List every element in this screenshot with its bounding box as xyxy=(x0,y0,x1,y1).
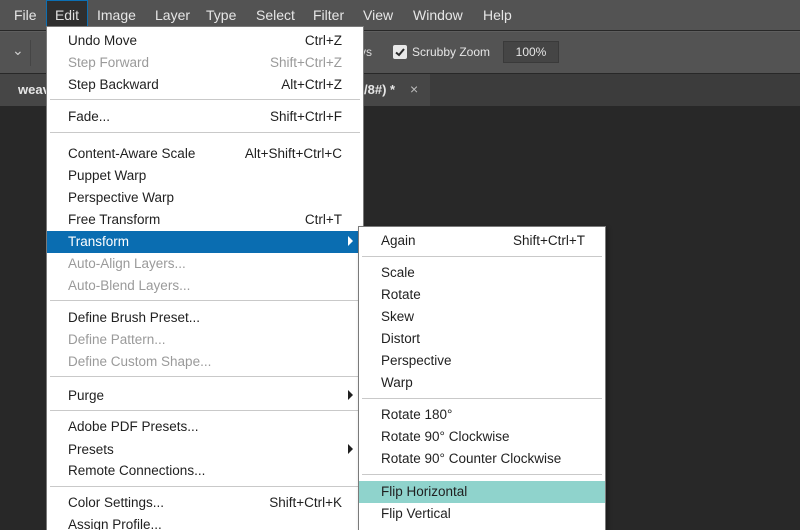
menu-item-rotate-90-cw[interactable]: Rotate 90° Clockwise xyxy=(359,426,605,448)
menu-divider xyxy=(362,398,602,399)
menu-item-presets[interactable]: Presets xyxy=(47,439,363,461)
menu-item-remote-connections[interactable]: Remote Connections... xyxy=(47,460,363,482)
submenu-arrow-icon xyxy=(348,444,353,454)
menu-item-perspective[interactable]: Perspective xyxy=(359,350,605,372)
menu-item-perspective-warp[interactable]: Perspective Warp xyxy=(47,187,363,209)
menu-item-again[interactable]: Again Shift+Ctrl+T xyxy=(359,230,605,252)
menu-item-color-settings[interactable]: Color Settings... Shift+Ctrl+K xyxy=(47,492,363,514)
menu-item-skew[interactable]: Skew xyxy=(359,306,605,328)
menu-item-rotate-180[interactable]: Rotate 180° xyxy=(359,404,605,426)
menu-divider xyxy=(50,410,360,411)
menu-item-flip-horizontal[interactable]: Flip Horizontal xyxy=(359,481,605,503)
menu-item-distort[interactable]: Distort xyxy=(359,328,605,350)
menu-divider xyxy=(50,486,360,487)
menu-item-auto-blend-layers[interactable]: Auto-Blend Layers... xyxy=(47,275,363,297)
scrubby-zoom-label: Scrubby Zoom xyxy=(412,45,491,59)
menu-divider xyxy=(50,99,360,100)
menu-divider xyxy=(362,256,602,257)
document-tab-title-end: /8#) * xyxy=(364,82,396,97)
menu-item-define-custom-shape[interactable]: Define Custom Shape... xyxy=(47,351,363,373)
menu-help[interactable]: Help xyxy=(483,0,512,30)
separator xyxy=(30,40,31,66)
menu-item-transform[interactable]: Transform xyxy=(47,231,363,253)
menu-item-assign-profile[interactable]: Assign Profile... xyxy=(47,514,363,530)
menu-item-step-forward[interactable]: Step Forward Shift+Ctrl+Z xyxy=(47,52,363,74)
menu-item-flip-vertical[interactable]: Flip Vertical xyxy=(359,503,605,525)
menu-item-puppet-warp[interactable]: Puppet Warp xyxy=(47,165,363,187)
menu-item-content-aware-scale[interactable]: Content-Aware Scale Alt+Shift+Ctrl+C xyxy=(47,143,363,165)
edit-menu: Undo Move Ctrl+Z Step Forward Shift+Ctrl+Z… xyxy=(46,26,364,530)
menu-item-define-brush-preset[interactable]: Define Brush Preset... xyxy=(47,307,363,329)
scrubby-zoom-checkbox[interactable] xyxy=(393,45,407,59)
submenu-arrow-icon xyxy=(348,390,353,400)
menu-item-scale[interactable]: Scale xyxy=(359,262,605,284)
transform-submenu: Again Shift+Ctrl+T Scale Rotate Skew Dist… xyxy=(358,226,606,530)
menu-divider xyxy=(362,474,602,475)
menu-divider xyxy=(50,376,360,377)
menu-item-rotate-90-ccw[interactable]: Rotate 90° Counter Clockwise xyxy=(359,448,605,470)
zoom-level-field[interactable]: 100% xyxy=(503,41,559,63)
menu-divider xyxy=(50,300,360,301)
menu-divider xyxy=(50,132,360,133)
menu-window[interactable]: Window xyxy=(413,0,463,30)
menu-item-auto-align-layers[interactable]: Auto-Align Layers... xyxy=(47,253,363,275)
close-icon[interactable]: × xyxy=(410,81,418,97)
menu-item-step-backward[interactable]: Step Backward Alt+Ctrl+Z xyxy=(47,74,363,96)
menu-item-define-pattern[interactable]: Define Pattern... xyxy=(47,329,363,351)
menu-file[interactable]: File xyxy=(14,0,37,30)
checkmark-icon xyxy=(395,48,405,57)
menu-item-purge[interactable]: Purge xyxy=(47,385,363,407)
menu-item-rotate[interactable]: Rotate xyxy=(359,284,605,306)
menu-item-warp[interactable]: Warp xyxy=(359,372,605,394)
chevron-down-icon[interactable]: ⌄ xyxy=(12,42,24,59)
menu-view[interactable]: View xyxy=(363,0,393,30)
menu-item-adobe-pdf-presets[interactable]: Adobe PDF Presets... xyxy=(47,416,363,438)
menu-item-undo-move[interactable]: Undo Move Ctrl+Z xyxy=(47,30,363,52)
menu-item-free-transform[interactable]: Free Transform Ctrl+T xyxy=(47,209,363,231)
menu-item-fade[interactable]: Fade... Shift+Ctrl+F xyxy=(47,106,363,128)
submenu-arrow-icon xyxy=(348,236,353,246)
